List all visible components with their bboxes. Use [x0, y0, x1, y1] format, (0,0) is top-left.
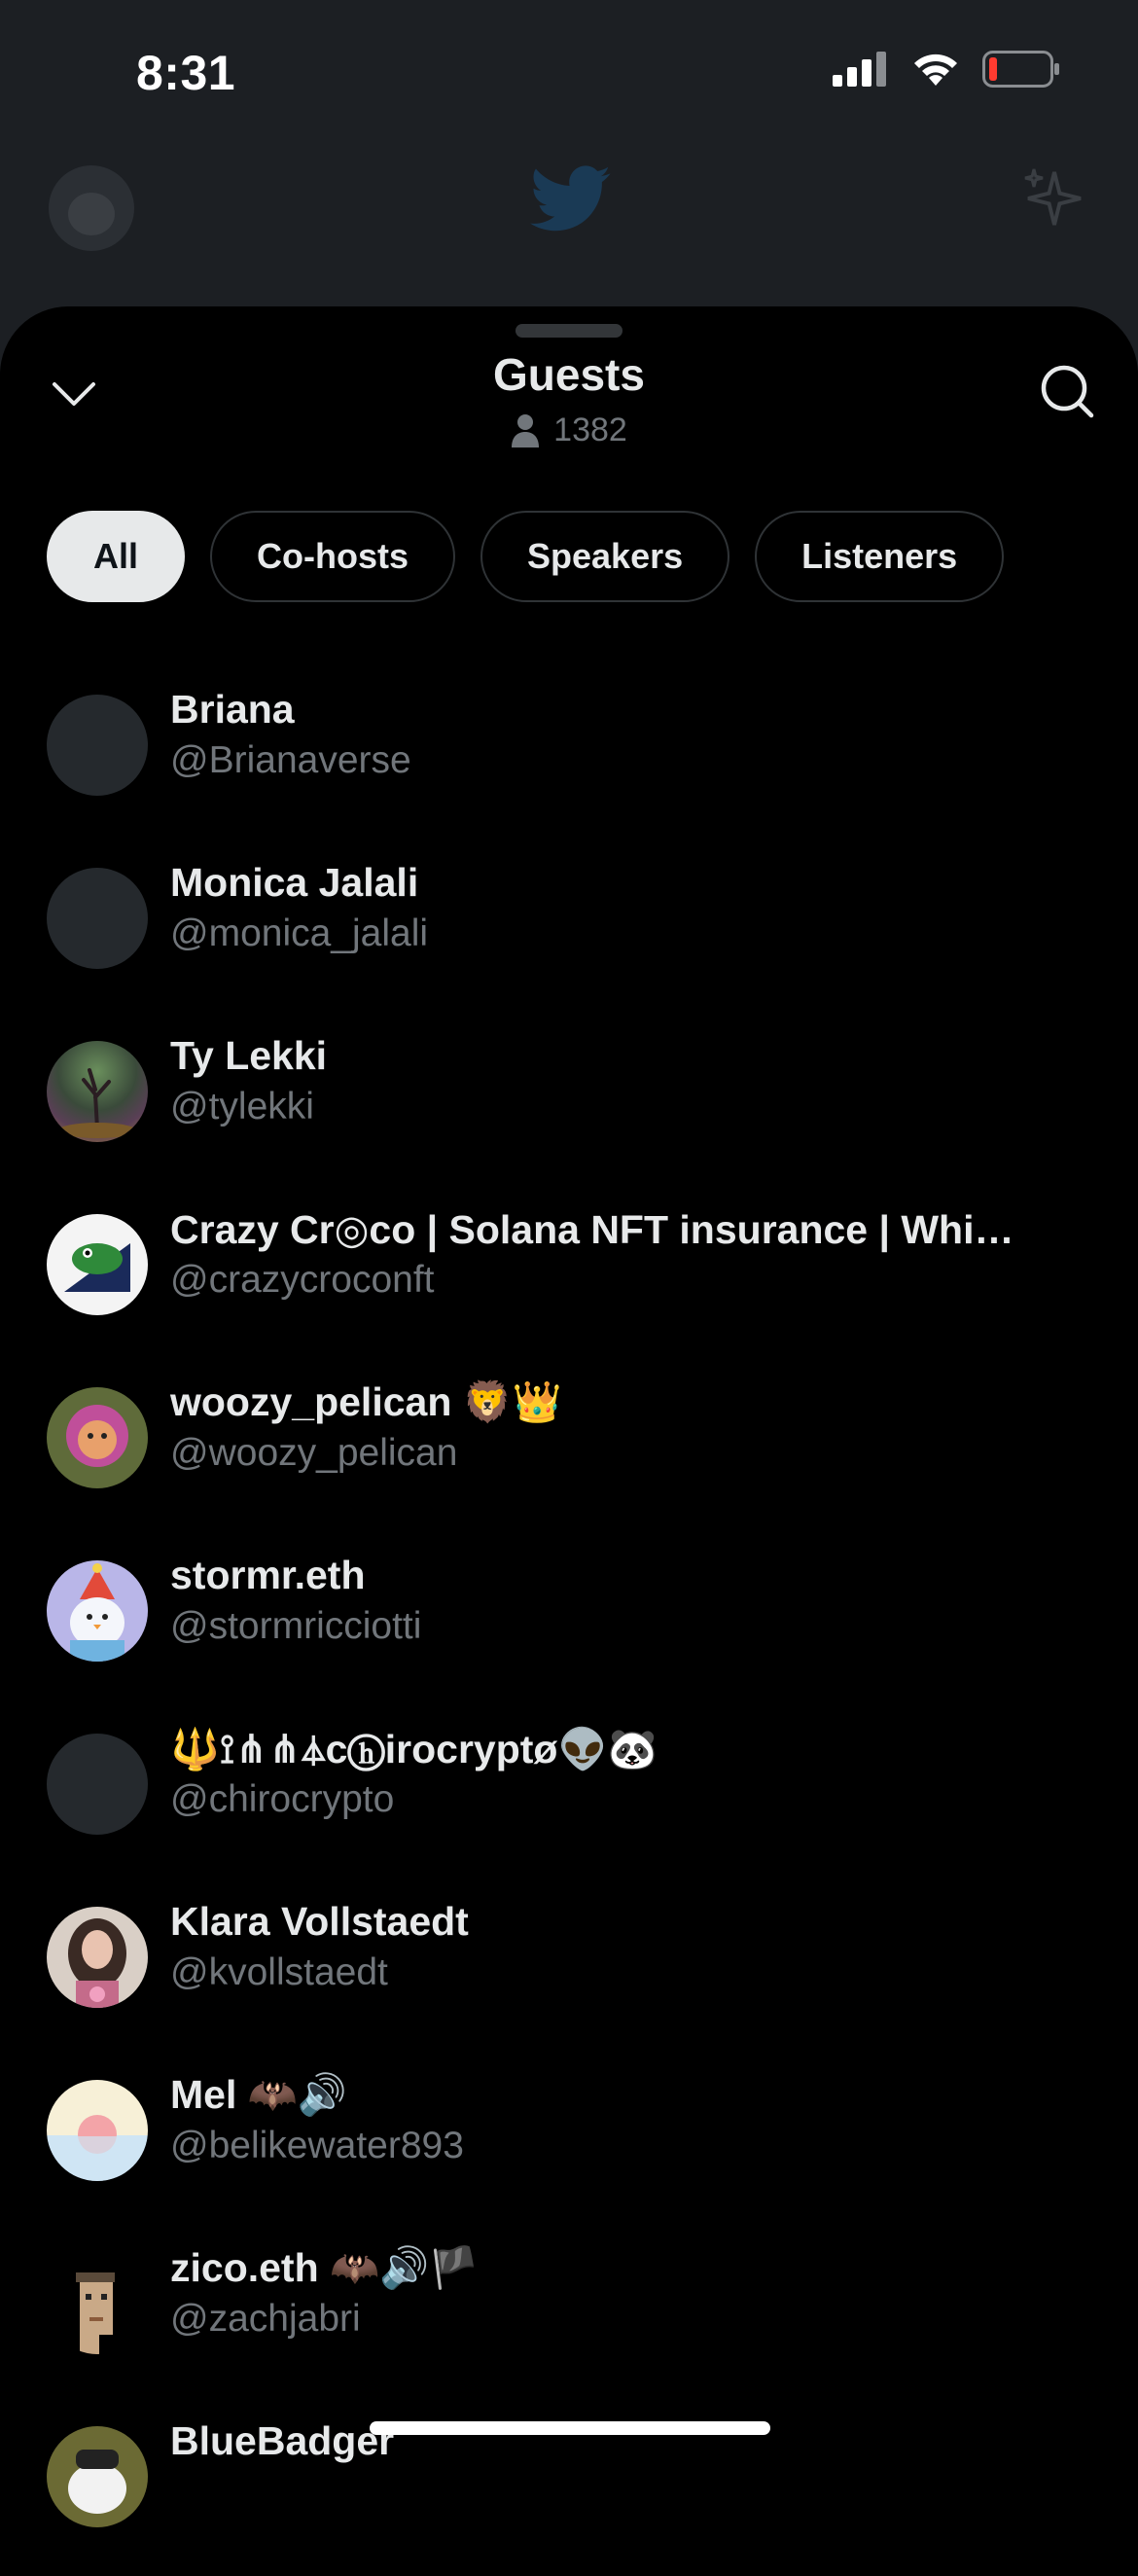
home-indicator[interactable] — [370, 2421, 770, 2435]
guest-handle: @tylekki — [170, 1086, 314, 1127]
guest-name: Ty Lekki — [170, 1033, 328, 1078]
status-bar: 8:31 — [0, 0, 1138, 146]
search-button[interactable] — [1033, 357, 1101, 425]
guest-handle: @chirocrypto — [170, 1778, 395, 1820]
sparkle-icon — [1024, 168, 1082, 226]
avatar — [47, 1214, 148, 1315]
guest-handle: @monica_jalali — [170, 912, 429, 954]
guest-name: 🔱⟟⋔⋔⏃cⓗirocryptø👽🐼 — [170, 1727, 658, 1771]
guest-handle: @woozy_pelican — [170, 1432, 458, 1474]
guest-handle: @crazycroconft — [170, 1259, 435, 1301]
sunset-art — [47, 2115, 148, 2181]
filter-all[interactable]: All — [47, 511, 186, 602]
status-time: 8:31 — [136, 46, 236, 100]
guest-handle: @kvollstaedt — [170, 1951, 388, 1993]
lion-art — [66, 1405, 128, 1467]
avatar — [47, 2253, 148, 2354]
guest-name: Mel 🦇🔊 — [170, 2072, 347, 2117]
guest-row[interactable]: Briana @Brianaverse — [0, 671, 1138, 844]
avatar — [47, 1907, 148, 2008]
avatar — [47, 1734, 148, 1835]
filter-co-hosts[interactable]: Co-hosts — [210, 511, 456, 602]
sheet-grabber[interactable] — [516, 324, 622, 338]
avatar — [47, 868, 148, 969]
sheet-title: Guests — [493, 349, 645, 400]
background-nav-bar — [0, 146, 1138, 292]
avatar — [47, 2080, 148, 2181]
person-photo-art — [68, 1918, 126, 2008]
pixel-punk-art — [76, 2272, 115, 2354]
status-icons — [833, 51, 1060, 88]
guest-row[interactable]: Ty Lekki @tylekki — [0, 1018, 1138, 1191]
guest-name: Crazy Cr◎co | Solana NFT insurance | Whi… — [170, 1207, 1014, 1252]
guest-row[interactable]: Monica Jalali @monica_jalali — [0, 844, 1138, 1018]
tree-art — [58, 1068, 136, 1138]
avatar — [47, 1387, 148, 1488]
badger-art — [68, 2450, 126, 2514]
cellular-signal-icon — [833, 52, 886, 87]
avatar — [47, 1041, 148, 1142]
filter-listeners[interactable]: Listeners — [755, 511, 1005, 602]
person-icon — [512, 413, 540, 447]
guest-name: zico.eth 🦇🔊🏴 — [170, 2245, 480, 2290]
profile-avatar — [49, 165, 134, 251]
guest-count-value: 1382 — [553, 411, 627, 448]
guest-handle: @zachjabri — [170, 2298, 361, 2340]
search-icon — [1041, 365, 1094, 418]
battery-low-icon — [982, 51, 1059, 88]
guest-name: Klara Vollstaedt — [170, 1899, 469, 1944]
penguin-art — [70, 1563, 124, 1662]
guest-row[interactable]: stormr.eth @stormricciotti — [0, 1537, 1138, 1710]
guest-row[interactable]: Crazy Cr◎co | Solana NFT insurance | Whi… — [0, 1191, 1138, 1364]
avatar — [47, 695, 148, 796]
guest-row[interactable]: zico.eth 🦇🔊🏴 @zachjabri — [0, 2230, 1138, 2403]
guest-handle: @belikewater893 — [170, 2125, 464, 2166]
guest-name: Briana — [170, 687, 295, 732]
guest-handle: @stormricciotti — [170, 1605, 422, 1647]
guest-name: stormr.eth — [170, 1553, 366, 1597]
filter-speakers[interactable]: Speakers — [480, 511, 730, 602]
guest-row[interactable]: Mel 🦇🔊 @belikewater893 — [0, 2057, 1138, 2230]
crocodile-art — [64, 1243, 130, 1292]
twitter-bird-icon — [530, 165, 611, 232]
guest-row[interactable]: woozy_pelican 🦁👑 @woozy_pelican — [0, 1364, 1138, 1537]
guest-name: woozy_pelican 🦁👑 — [170, 1379, 562, 1424]
avatar — [47, 2426, 148, 2527]
avatar — [47, 1560, 148, 1662]
guest-row[interactable]: Klara Vollstaedt @kvollstaedt — [0, 1883, 1138, 2057]
guest-list: Briana @Brianaverse Monica Jalali @monic… — [0, 671, 1138, 2576]
guest-name: Monica Jalali — [170, 860, 419, 905]
guests-sheet: Guests 1382 All Co-hosts Speakers Listen… — [0, 306, 1138, 2527]
wifi-icon — [914, 54, 957, 86]
filter-tabs: All Co-hosts Speakers Listeners — [47, 511, 1005, 602]
guest-handle: @Brianaverse — [170, 739, 411, 781]
guest-count: 1382 — [0, 411, 1138, 449]
guest-row[interactable]: 🔱⟟⋔⋔⏃cⓗirocryptø👽🐼 @chirocrypto — [0, 1710, 1138, 1883]
